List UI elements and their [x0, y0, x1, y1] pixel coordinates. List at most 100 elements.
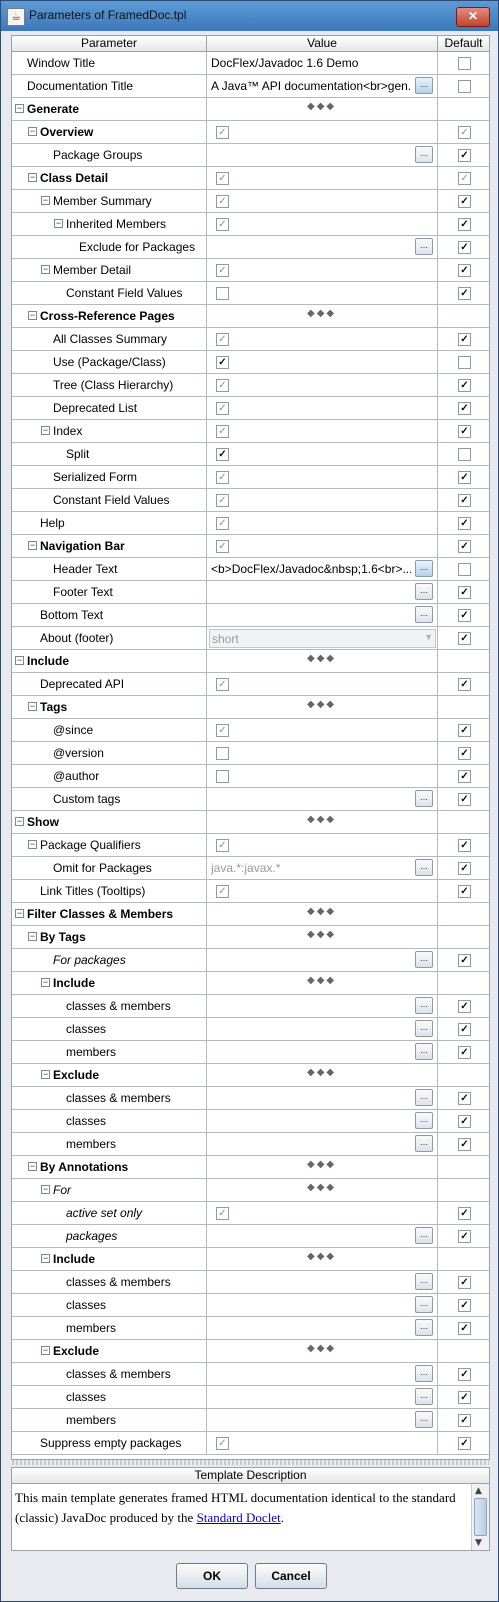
ellipsis-button-icon[interactable]: ...	[415, 606, 433, 623]
value-cell[interactable]: ◆◆◆	[207, 1179, 438, 1201]
column-header-default[interactable]: Default	[438, 36, 489, 51]
value-cell[interactable]: ◆◆◆	[207, 305, 438, 327]
default-checkbox[interactable]: ✓	[458, 218, 471, 231]
value-cell[interactable]	[207, 765, 438, 787]
table-row[interactable]: active set only ✓ ✓	[12, 1202, 489, 1225]
table-row[interactable]: Window Title DocFlex/Javadoc 1.6 Demo	[12, 52, 489, 75]
table-row[interactable]: − Include ◆◆◆	[12, 972, 489, 995]
value-cell[interactable]: ...	[207, 1225, 438, 1247]
default-checkbox[interactable]: ✓	[458, 1092, 471, 1105]
collapse-minus-icon[interactable]: −	[28, 127, 37, 136]
default-checkbox[interactable]: ✓	[458, 540, 471, 553]
default-checkbox[interactable]: ✓	[458, 126, 471, 139]
splitter-grip[interactable]	[12, 1460, 489, 1465]
value-cell[interactable]: ✓	[207, 397, 438, 419]
collapse-minus-icon[interactable]: −	[41, 1346, 50, 1355]
default-checkbox[interactable]: ✓	[458, 1138, 471, 1151]
table-row[interactable]: − Package Qualifiers ✓ ✓	[12, 834, 489, 857]
table-row[interactable]: classes & members... ✓	[12, 1087, 489, 1110]
collapse-minus-icon[interactable]: −	[28, 840, 37, 849]
value-cell[interactable]: ✓	[207, 190, 438, 212]
table-row[interactable]: − Overview ✓ ✓	[12, 121, 489, 144]
ellipsis-button-icon[interactable]: ...	[415, 859, 433, 876]
value-cell[interactable]: ...	[207, 1110, 438, 1132]
table-row[interactable]: − Show ◆◆◆	[12, 811, 489, 834]
default-checkbox[interactable]: ✓	[458, 770, 471, 783]
ellipsis-button-icon[interactable]: ...	[415, 951, 433, 968]
value-cell[interactable]: ✓	[207, 535, 438, 557]
close-button[interactable]: ✕	[456, 7, 490, 27]
default-checkbox[interactable]: ✓	[458, 862, 471, 875]
ellipsis-button-icon[interactable]: ...	[415, 997, 433, 1014]
value-cell[interactable]: ✓	[207, 1202, 438, 1224]
collapse-minus-icon[interactable]: −	[15, 656, 24, 665]
default-checkbox[interactable]: ✓	[458, 793, 471, 806]
value-cell[interactable]: ...	[207, 1041, 438, 1063]
value-cell[interactable]: ◆◆◆	[207, 1064, 438, 1086]
default-checkbox[interactable]: ✓	[458, 241, 471, 254]
table-row[interactable]: All Classes Summary ✓ ✓	[12, 328, 489, 351]
ellipsis-button-icon[interactable]: ...	[415, 1227, 433, 1244]
value-cell[interactable]: ✓	[207, 719, 438, 741]
value-checkbox[interactable]: ✓	[216, 448, 229, 461]
value-cell[interactable]: ✓	[207, 351, 438, 373]
default-checkbox[interactable]: ✓	[458, 632, 471, 645]
default-checkbox[interactable]	[458, 448, 471, 461]
default-checkbox[interactable]: ✓	[458, 1368, 471, 1381]
value-cell[interactable]: ...	[207, 236, 438, 258]
scroll-down-icon[interactable]: ▼	[475, 1538, 482, 1548]
value-checkbox[interactable]: ✓	[216, 1437, 229, 1450]
value-cell[interactable]: ...	[207, 581, 438, 603]
ellipsis-button-icon[interactable]: ...	[415, 1296, 433, 1313]
scroll-up-icon[interactable]: ▲	[475, 1486, 482, 1496]
value-checkbox[interactable]: ✓	[216, 264, 229, 277]
about-footer-select[interactable]: short ▼	[209, 629, 436, 648]
table-row[interactable]: Exclude for Packages... ✓	[12, 236, 489, 259]
value-checkbox[interactable]: ✓	[216, 839, 229, 852]
value-cell[interactable]: ✓	[207, 213, 438, 235]
value-checkbox[interactable]: ✓	[216, 356, 229, 369]
default-checkbox[interactable]: ✓	[458, 195, 471, 208]
value-cell[interactable]: ...	[207, 604, 438, 626]
value-cell[interactable]: ◆◆◆	[207, 811, 438, 833]
collapse-minus-icon[interactable]: −	[28, 932, 37, 941]
value-cell[interactable]: ...	[207, 1409, 438, 1431]
default-checkbox[interactable]	[458, 356, 471, 369]
value-checkbox[interactable]: ✓	[216, 471, 229, 484]
default-checkbox[interactable]: ✓	[458, 494, 471, 507]
default-checkbox[interactable]: ✓	[458, 1299, 471, 1312]
value-cell[interactable]: ◆◆◆	[207, 1156, 438, 1178]
default-checkbox[interactable]: ✓	[458, 333, 471, 346]
chevron-down-icon[interactable]: ▼	[424, 632, 433, 642]
value-cell[interactable]: <b>DocFlex/Javadoc&nbsp;1.6<br>......	[207, 558, 438, 580]
value-cell[interactable]: ◆◆◆	[207, 650, 438, 672]
table-row[interactable]: − Class Detail ✓ ✓	[12, 167, 489, 190]
table-row[interactable]: − Exclude ◆◆◆	[12, 1340, 489, 1363]
value-cell[interactable]: ...	[207, 1294, 438, 1316]
default-checkbox[interactable]: ✓	[458, 724, 471, 737]
default-checkbox[interactable]: ✓	[458, 839, 471, 852]
ellipsis-button-icon[interactable]: ...	[415, 1388, 433, 1405]
collapse-minus-icon[interactable]: −	[41, 426, 50, 435]
table-row[interactable]: classes & members... ✓	[12, 1363, 489, 1386]
default-checkbox[interactable]: ✓	[458, 885, 471, 898]
table-row[interactable]: members... ✓	[12, 1133, 489, 1156]
default-checkbox[interactable]: ✓	[458, 1207, 471, 1220]
value-text[interactable]: java.*:javax.*	[211, 861, 411, 875]
value-cell[interactable]: ✓	[207, 673, 438, 695]
table-row[interactable]: − Generate ◆◆◆	[12, 98, 489, 121]
default-checkbox[interactable]: ✓	[458, 149, 471, 162]
default-checkbox[interactable]: ✓	[458, 1230, 471, 1243]
value-cell[interactable]: ...	[207, 1271, 438, 1293]
collapse-minus-icon[interactable]: −	[41, 1070, 50, 1079]
table-row[interactable]: Constant Field Values ✓ ✓	[12, 489, 489, 512]
value-checkbox[interactable]: ✓	[216, 517, 229, 530]
table-row[interactable]: members... ✓	[12, 1409, 489, 1432]
value-checkbox[interactable]: ✓	[216, 172, 229, 185]
ellipsis-button-icon[interactable]: ...	[415, 583, 433, 600]
value-cell[interactable]: ...	[207, 1133, 438, 1155]
value-cell[interactable]: ✓	[207, 1432, 438, 1454]
table-row[interactable]: Constant Field Values ✓	[12, 282, 489, 305]
table-row[interactable]: classes & members... ✓	[12, 1271, 489, 1294]
ellipsis-button-icon[interactable]: ...	[415, 77, 433, 94]
